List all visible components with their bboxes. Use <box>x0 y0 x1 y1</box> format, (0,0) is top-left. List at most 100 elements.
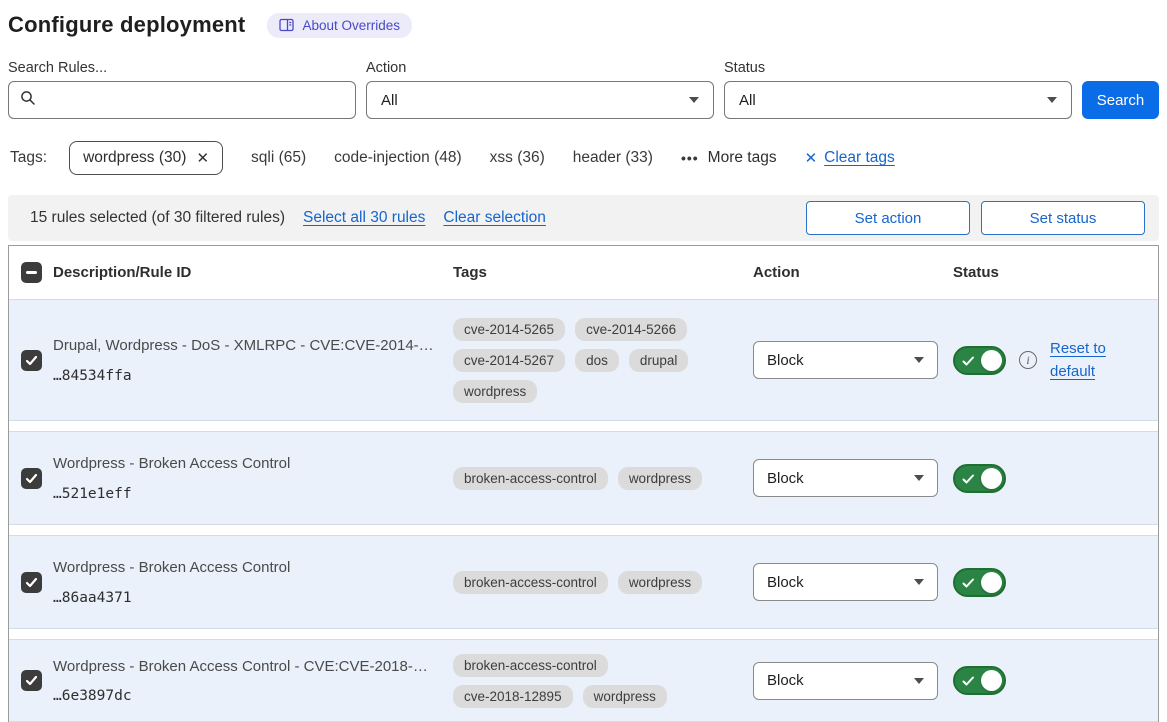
rule-status-toggle[interactable] <box>953 666 1006 695</box>
tag-pill: cve-2018-12895 <box>453 685 573 708</box>
about-overrides-label: About Overrides <box>302 18 400 33</box>
table-row: Wordpress - Broken Access Control …86aa4… <box>9 535 1158 629</box>
action-label: Action <box>366 60 714 76</box>
table-header-row: Description/Rule ID Tags Action Status <box>9 246 1158 299</box>
tag-chip-wordpress[interactable]: wordpress (30) ✕ <box>69 141 223 175</box>
search-box <box>8 81 356 119</box>
rule-description: Wordpress - Broken Access Control <box>53 558 437 578</box>
info-icon[interactable]: i <box>1019 351 1037 369</box>
tag-pill: wordpress <box>618 571 702 594</box>
indeterminate-icon <box>26 271 37 274</box>
column-header-description: Description/Rule ID <box>53 264 453 281</box>
tags-label: Tags: <box>10 149 47 167</box>
clear-selection-link[interactable]: Clear selection <box>443 209 546 227</box>
toggle-knob <box>981 572 1002 593</box>
row-checkbox[interactable] <box>21 350 42 371</box>
set-action-button[interactable]: Set action <box>806 201 970 235</box>
page-title: Configure deployment <box>8 12 245 38</box>
chevron-down-icon <box>914 357 924 363</box>
row-tags: broken-access-controlcve-2018-12895wordp… <box>453 654 711 708</box>
check-icon <box>962 356 975 367</box>
action-select-value: All <box>381 92 398 109</box>
rule-status-toggle[interactable] <box>953 568 1006 597</box>
tag-option-header[interactable]: header (33) <box>573 149 653 167</box>
table-row: Drupal, Wordpress - DoS - XMLRPC - CVE:C… <box>9 299 1158 421</box>
status-select[interactable]: All <box>724 81 1072 119</box>
rule-action-select[interactable]: Block <box>753 341 938 379</box>
more-tags-button[interactable]: ••• More tags <box>681 149 777 167</box>
tag-chip-label: wordpress (30) <box>83 149 186 167</box>
tag-pill: cve-2014-5267 <box>453 349 565 372</box>
set-status-button[interactable]: Set status <box>981 201 1145 235</box>
rule-id: …521e1eff <box>53 486 437 502</box>
check-icon <box>962 578 975 589</box>
rule-status-toggle[interactable] <box>953 346 1006 375</box>
chevron-down-icon <box>689 97 699 103</box>
selection-summary: 15 rules selected (of 30 filtered rules) <box>30 209 285 227</box>
rule-id: …86aa4371 <box>53 590 437 606</box>
tag-pill: drupal <box>629 349 689 372</box>
row-checkbox[interactable] <box>21 670 42 691</box>
rule-id: …84534ffa <box>53 368 437 384</box>
check-icon <box>25 472 38 485</box>
tag-option-code-injection[interactable]: code-injection (48) <box>334 149 462 167</box>
table-row: Wordpress - Broken Access Control …521e1… <box>9 431 1158 525</box>
table-row: Wordpress - Broken Access Control - CVE:… <box>9 639 1158 722</box>
search-rules-input[interactable] <box>37 82 345 118</box>
rule-action-select[interactable]: Block <box>753 459 938 497</box>
check-icon <box>25 354 38 367</box>
toggle-knob <box>981 670 1002 691</box>
toggle-knob <box>981 350 1002 371</box>
table-body: Drupal, Wordpress - DoS - XMLRPC - CVE:C… <box>9 299 1158 722</box>
rule-action-select[interactable]: Block <box>753 662 938 700</box>
status-label: Status <box>724 60 1072 76</box>
rule-description: Drupal, Wordpress - DoS - XMLRPC - CVE:C… <box>53 336 437 356</box>
tag-pill: cve-2014-5266 <box>575 318 687 341</box>
about-overrides-badge[interactable]: About Overrides <box>267 13 412 38</box>
rule-action-value: Block <box>767 352 804 369</box>
column-header-action: Action <box>753 264 953 281</box>
rule-id: …6e3897dc <box>53 688 437 704</box>
search-button[interactable]: Search <box>1082 81 1159 119</box>
status-select-value: All <box>739 92 756 109</box>
search-icon <box>19 89 37 112</box>
book-icon <box>279 18 294 32</box>
more-dots-icon: ••• <box>681 150 699 166</box>
more-tags-label: More tags <box>708 149 777 167</box>
row-checkbox[interactable] <box>21 468 42 489</box>
chevron-down-icon <box>914 579 924 585</box>
tag-option-sqli[interactable]: sqli (65) <box>251 149 306 167</box>
reset-to-default-link[interactable]: Reset to default <box>1050 337 1112 384</box>
tag-pill: wordpress <box>453 380 537 403</box>
clear-tags-label: Clear tags <box>824 149 895 167</box>
tags-bar: Tags: wordpress (30) ✕ sqli (65) code-in… <box>10 141 1159 175</box>
select-all-checkbox[interactable] <box>21 262 42 283</box>
check-icon <box>962 676 975 687</box>
row-tags: broken-access-controlwordpress <box>453 467 711 490</box>
rule-description: Wordpress - Broken Access Control - CVE:… <box>53 657 437 677</box>
row-tags: broken-access-control wordpress <box>453 571 711 594</box>
action-filter: Action All <box>366 60 714 119</box>
rule-action-select[interactable]: Block <box>753 563 938 601</box>
tag-pill: cve-2014-5265 <box>453 318 565 341</box>
clear-tags-link[interactable]: ✕ Clear tags <box>805 149 895 167</box>
clear-tags-x-icon: ✕ <box>805 149 818 167</box>
select-all-link[interactable]: Select all 30 rules <box>303 209 425 227</box>
tag-pill: broken-access-control <box>453 571 608 594</box>
search-filter: Search Rules... <box>8 60 356 119</box>
rule-action-value: Block <box>767 470 804 487</box>
check-icon <box>25 576 38 589</box>
remove-tag-icon[interactable]: ✕ <box>196 149 209 167</box>
tag-option-xss[interactable]: xss (36) <box>490 149 545 167</box>
column-header-status: Status <box>953 264 1158 281</box>
rule-status-toggle[interactable] <box>953 464 1006 493</box>
row-tags: cve-2014-5265 cve-2014-5266 cve-2014-5267 d… <box>453 318 711 403</box>
tag-pill: dos <box>575 349 619 372</box>
configure-deployment-page: Configure deployment About Overrides Sea… <box>0 0 1167 722</box>
page-header: Configure deployment About Overrides <box>8 12 1159 38</box>
column-header-tags: Tags <box>453 264 753 281</box>
action-select[interactable]: All <box>366 81 714 119</box>
chevron-down-icon <box>914 475 924 481</box>
rule-action-value: Block <box>767 672 804 689</box>
row-checkbox[interactable] <box>21 572 42 593</box>
